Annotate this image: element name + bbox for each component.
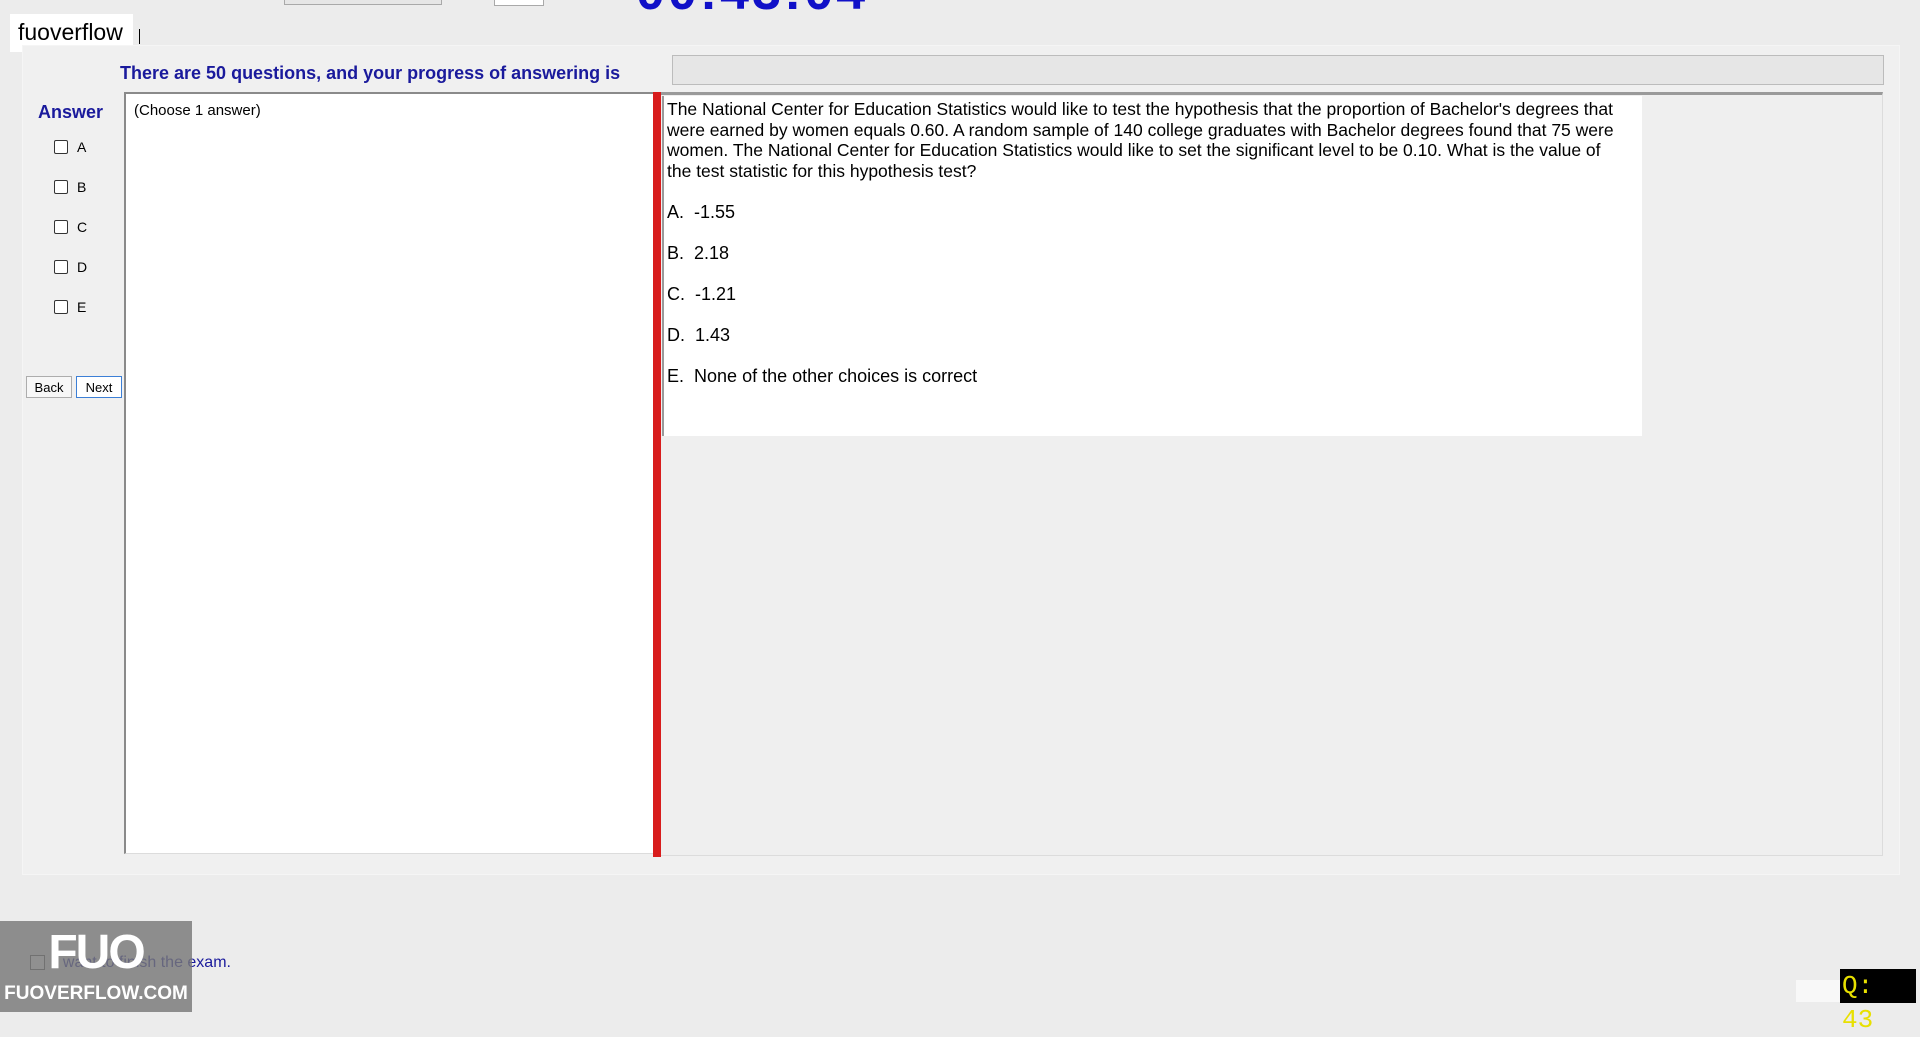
choice-text: None of the other choices is correct [694, 366, 978, 386]
answer-option-e[interactable]: E [54, 299, 86, 315]
answer-option-d[interactable]: D [54, 259, 87, 275]
question-text: The National Center for Education Statis… [667, 99, 1614, 181]
watermark-logo: FUO FUOVERFLOW.COM [0, 921, 192, 1012]
choice-letter: B. [667, 243, 685, 263]
option-label: C [77, 219, 88, 235]
question-counter: Q: 43 [1840, 969, 1916, 1035]
panel-divider[interactable] [653, 92, 661, 857]
checkbox[interactable] [54, 220, 68, 234]
choice-letter: A. [667, 202, 685, 222]
option-label: D [77, 259, 88, 275]
choice-e: E. None of the other choices is correct [667, 366, 977, 387]
top-input[interactable] [494, 0, 544, 6]
watermark-logo-text: FUO [48, 926, 145, 979]
choice-letter: D. [667, 325, 685, 345]
top-dropdown[interactable] [284, 0, 442, 5]
choice-letter: E. [667, 366, 685, 386]
choice-text: 1.43 [695, 325, 731, 345]
checkbox[interactable] [54, 140, 68, 154]
choice-text: -1.21 [695, 284, 737, 304]
choice-letter: C. [667, 284, 685, 304]
progress-label: There are 50 questions, and your progres… [120, 63, 621, 83]
choice-c: C. -1.21 [667, 284, 736, 305]
option-label: A [77, 139, 87, 155]
choice-d: D. 1.43 [667, 325, 730, 346]
choice-text: -1.55 [694, 202, 736, 222]
status-chip [1796, 980, 1840, 1002]
progress-bar [672, 55, 1884, 85]
exam-timer: 00:43:04 [636, 0, 868, 18]
choice-text: 2.18 [694, 243, 730, 263]
answer-option-b[interactable]: B [54, 179, 86, 195]
answer-hint: (Choose 1 answer) [134, 102, 261, 119]
watermark-url: FUOVERFLOW.COM [4, 983, 188, 1004]
choice-b: B. 2.18 [667, 243, 729, 264]
next-button[interactable]: Next [76, 376, 122, 398]
choice-a: A. -1.55 [667, 202, 735, 223]
option-label: B [77, 179, 87, 195]
answer-text-area[interactable] [124, 92, 654, 854]
answer-option-c[interactable]: C [54, 219, 87, 235]
option-label: E [77, 299, 87, 315]
checkbox[interactable] [54, 300, 68, 314]
text-caret [139, 29, 140, 44]
checkbox[interactable] [54, 260, 68, 274]
checkbox[interactable] [54, 180, 68, 194]
back-button[interactable]: Back [26, 376, 72, 398]
answer-option-a[interactable]: A [54, 139, 86, 155]
answer-title: Answer [38, 102, 104, 122]
